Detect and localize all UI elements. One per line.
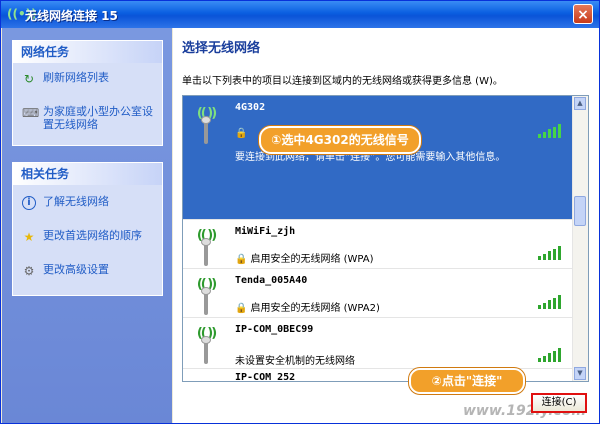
network-item-tenda[interactable]: (( )) Tenda_005A40 🔒 启用安全的无线网络 (WPA2): [183, 269, 572, 318]
network-ssid: 4G302: [235, 102, 266, 113]
network-item-ipcom[interactable]: (( )) IP-COM_0BEC99 未设置安全机制的无线网络: [183, 318, 572, 369]
wireless-signal-icon: (( )): [191, 326, 221, 366]
network-item-miwifi[interactable]: (( )) MiWiFi_zjh 🔒 启用安全的无线网络 (WPA): [183, 220, 572, 269]
network-status: 未设置安全机制的无线网络: [235, 356, 355, 367]
step2-callout: ②点击"连接": [409, 368, 525, 394]
refresh-icon: ↻: [23, 72, 35, 86]
task-label: 更改高级设置: [43, 263, 109, 276]
signal-strength-icon: [538, 295, 564, 309]
network-ssid: Tenda_005A40: [235, 275, 308, 286]
task-pane: 网络任务 ↻ 刷新网络列表 ⌨ 为家庭或小型办公室设置无线网络 相关任务 i 了…: [2, 28, 172, 423]
learn-wireless-link[interactable]: i 了解无线网络: [13, 191, 162, 217]
setup-home-network-link[interactable]: ⌨ 为家庭或小型办公室设置无线网络: [13, 101, 162, 135]
list-scrollbar[interactable]: ▲ ▼: [572, 96, 588, 381]
task-label: 刷新网络列表: [43, 71, 109, 84]
lock-icon: 🔒: [235, 254, 248, 265]
main-content: 选择无线网络 单击以下列表中的项目以连接到区域内的无线网络或获得更多信息 (W)…: [173, 28, 599, 423]
network-ssid: IP-COM_0BEC99: [235, 324, 314, 335]
related-tasks-heading: 相关任务: [13, 163, 162, 185]
window-title: 无线网络连接 15: [25, 9, 118, 23]
lock-icon: 🔒: [235, 303, 248, 314]
signal-strength-icon: [538, 246, 564, 260]
connect-button[interactable]: 连接(C): [531, 393, 587, 413]
network-ssid: MiWiFi_zjh: [235, 226, 296, 237]
signal-strength-icon: [538, 348, 564, 362]
task-label: 更改首选网络的顺序: [43, 229, 142, 242]
scroll-down-icon[interactable]: ▼: [574, 367, 586, 380]
wireless-signal-icon: (( )): [191, 277, 221, 317]
wireless-signal-icon: (( )): [191, 228, 221, 268]
network-status: 🔒: [235, 128, 250, 139]
title-bar[interactable]: ((•)) 无线网络连接 15 ×: [1, 1, 599, 28]
wireless-setup-icon: ⌨: [22, 106, 40, 120]
network-status: 🔒 启用安全的无线网络 (WPA2): [235, 303, 380, 314]
info-icon: i: [22, 196, 36, 210]
change-advanced-settings-link[interactable]: ⚙ 更改高级设置: [13, 259, 162, 285]
task-label: 为家庭或小型办公室设置无线网络: [43, 105, 153, 131]
instructions-text: 单击以下列表中的项目以连接到区域内的无线网络或获得更多信息 (W)。: [182, 76, 503, 87]
network-item-4g302[interactable]: (( )) 4G302 🔒 要连接到此网络，请单击“连接”。您可能需要输入其他信…: [183, 96, 572, 220]
step1-callout: ①选中4G302的无线信号: [259, 126, 421, 154]
lock-icon: 🔒: [235, 128, 248, 139]
wireless-signal-icon: (( )): [191, 106, 221, 146]
scroll-up-icon[interactable]: ▲: [574, 97, 586, 110]
star-icon: ★: [23, 230, 35, 244]
task-label: 了解无线网络: [43, 195, 109, 208]
close-button[interactable]: ×: [573, 4, 593, 24]
signal-strength-icon: [538, 124, 564, 138]
wireless-icon: ((•)): [7, 7, 37, 21]
network-ssid: IP-COM_252: [235, 372, 296, 382]
scroll-thumb[interactable]: [574, 196, 586, 226]
wireless-network-window: ((•)) 无线网络连接 15 × 网络任务 ↻ 刷新网络列表 ⌨ 为家庭或小型…: [0, 0, 600, 424]
refresh-network-list-link[interactable]: ↻ 刷新网络列表: [13, 67, 162, 93]
network-status: 🔒 启用安全的无线网络 (WPA): [235, 254, 374, 265]
change-preferred-order-link[interactable]: ★ 更改首选网络的顺序: [13, 225, 162, 251]
page-title: 选择无线网络: [182, 41, 261, 56]
network-tasks-heading: 网络任务: [13, 41, 162, 63]
settings-icon: ⚙: [23, 264, 35, 278]
related-tasks-group: 相关任务 i 了解无线网络 ★ 更改首选网络的顺序 ⚙ 更改高级设置: [12, 162, 163, 296]
network-tasks-group: 网络任务 ↻ 刷新网络列表 ⌨ 为家庭或小型办公室设置无线网络: [12, 40, 163, 146]
